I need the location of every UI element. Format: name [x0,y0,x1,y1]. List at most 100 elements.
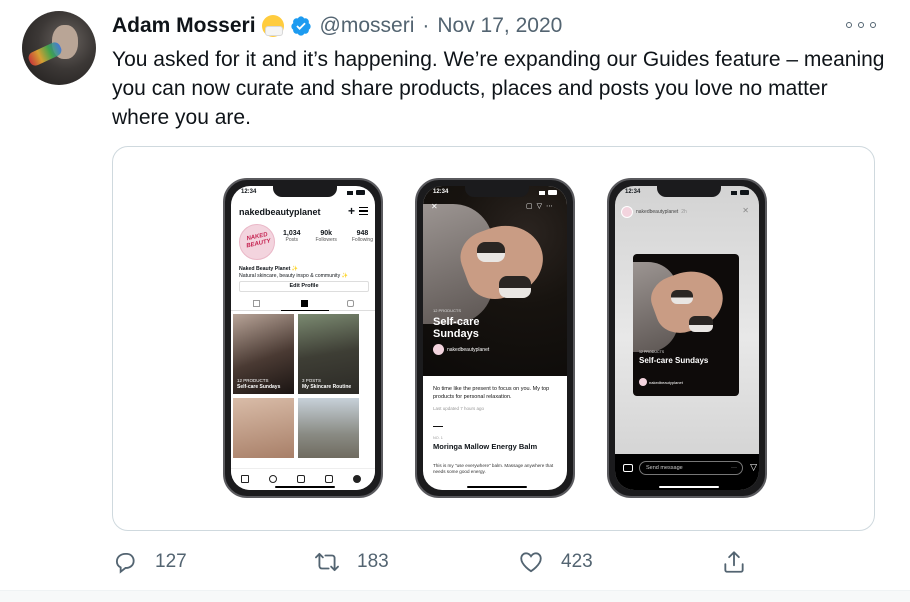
guide-tile [233,398,294,458]
guide-updated: Last updated 7 hours ago [433,406,485,411]
status-time: 12:34 [241,189,257,195]
card-byline-account: nakedbeautyplanet [649,379,683,385]
guide-tile: 12 PRODUCTS Self-care Sundays [233,314,294,394]
tweet: Adam Mosseri @mosseri · Nov 17, 2020 You… [0,0,910,602]
guide-tile-label: 12 PRODUCTS Self-care Sundays [237,378,280,390]
guide-tile-label: 3 POSTS My Skincare Routine [302,378,351,390]
send-message-field: Send message [639,461,743,475]
stat-posts: 1,034 Posts [283,230,301,243]
like-count: 423 [561,551,593,572]
byline-account: nakedbeautyplanet [447,346,490,353]
battery-icon [539,190,557,195]
stat-following: 948 Following [352,230,373,243]
product-description: This is my "use everywhere" balm. Massag… [433,463,554,474]
phone-screen: 12:34 ✕ ▢▽⋯ 12 PRODUCTS Self-care Sunday… [423,186,567,490]
card-kicker: 12 PRODUCTS [639,350,665,354]
home-indicator [659,485,719,488]
profile-tabs [231,297,375,311]
close-icon: ✕ [431,202,438,211]
guide-description: No time like the present to focus on you… [433,386,550,400]
camera-icon [623,464,633,472]
phone-notch [273,186,337,197]
phone-story: 12:34 nakedbeautyplanet 2h ✕ 12 PRODUCTS… [607,178,767,498]
guide-byline: nakedbeautyplanet [433,344,489,355]
guide-tile [298,398,359,458]
profile-icon [353,475,361,483]
hamburger-menu-icon [359,207,368,215]
status-time: 12:34 [433,189,449,195]
phone-notch [657,186,721,197]
product-name: Moringa Mallow Energy Balm [433,442,538,451]
tweet-text: You asked for it and it’s happening. We’… [112,48,885,129]
bio-text: Natural skincare, beauty inspo & communi… [239,273,349,279]
battery-icon [731,190,749,195]
guide-kicker: 12 PRODUCTS [433,308,462,313]
verified-badge-icon [290,16,311,36]
shared-guide-card: 12 PRODUCTS Self-care Sundays nakedbeaut… [633,254,739,396]
send-icon: ▽ [750,462,757,472]
heart-icon [520,552,542,573]
profile-stats: 1,034 Posts 90k Followers 948 Following [283,230,373,243]
reply-count: 127 [155,551,187,572]
search-icon [269,475,277,483]
story-header: nakedbeautyplanet 2h [621,206,687,218]
battery-icon [347,190,365,195]
story-reply-bar: Send message ▽ [615,454,759,490]
phone-screen: 12:34 nakedbeautyplanet + NAKED BEAUTY 1… [231,186,375,490]
card-byline-avatar [639,378,647,386]
stat-value: 1,034 [283,230,301,237]
divider [433,426,443,427]
timeline-divider [0,590,910,602]
phone-screen: 12:34 nakedbeautyplanet 2h ✕ 12 PRODUCTS… [615,186,759,490]
stat-label: Posts [285,237,299,243]
card-title: Self-care Sundays [639,356,709,365]
brand-logo-text: NAKED BEAUTY [245,231,272,250]
guide-tile: 3 POSTS My Skincare Routine [298,314,359,394]
author-avatar[interactable] [22,11,96,85]
reply-icon [115,552,135,574]
stat-followers: 90k Followers [316,230,337,243]
product-number: NO. 1 [433,436,443,440]
story-account: nakedbeautyplanet [636,209,679,215]
mask-face-emoji-icon [261,15,284,37]
reply-button[interactable]: 127 [112,547,187,577]
status-time: 12:34 [625,189,641,195]
home-indicator [275,485,335,488]
header-separator: · [422,14,430,37]
retweet-button[interactable]: 183 [314,547,389,577]
story-age: 2h [681,209,687,215]
home-indicator [467,485,527,488]
tweet-date[interactable]: Nov 17, 2020 [437,14,562,38]
share-button[interactable] [721,547,747,577]
grid-icon [253,300,260,307]
plus-icon: + [347,204,355,218]
author-name[interactable]: Adam Mosseri [112,14,256,38]
stat-value: 948 [356,230,369,237]
more-options-icon[interactable] [846,18,876,32]
card-byline: nakedbeautyplanet [639,378,683,386]
tweet-actions: 127 183 423 [112,547,910,577]
guide-tile-title: My Skincare Routine [302,383,352,390]
guide-tile-title: Self-care Sundays [237,383,281,390]
edit-profile-button: Edit Profile [239,281,369,292]
phone-profile: 12:34 nakedbeautyplanet + NAKED BEAUTY 1… [223,178,383,498]
byline-avatar [433,344,444,355]
story-avatar [621,206,633,218]
stat-label: Followers [315,237,337,243]
bio-name: Naked Beauty Planet ✨ [239,266,299,272]
retweet-icon [315,552,339,572]
shop-icon [325,475,333,483]
home-icon [241,475,249,483]
tweet-media-image[interactable]: 12:34 nakedbeautyplanet + NAKED BEAUTY 1… [112,146,875,531]
author-handle[interactable]: @mosseri [320,14,415,38]
share-icons: ▢▽⋯ [526,203,557,210]
phone-notch [465,186,529,197]
share-icon [724,551,744,573]
more-dot [846,22,852,28]
guides-icon [301,300,308,307]
avatar-rainbow-light [26,40,64,68]
hero-jar [477,242,505,262]
retweet-count: 183 [357,551,389,572]
like-button[interactable]: 423 [518,547,593,577]
guide-title: Self-care Sundays [433,316,480,340]
